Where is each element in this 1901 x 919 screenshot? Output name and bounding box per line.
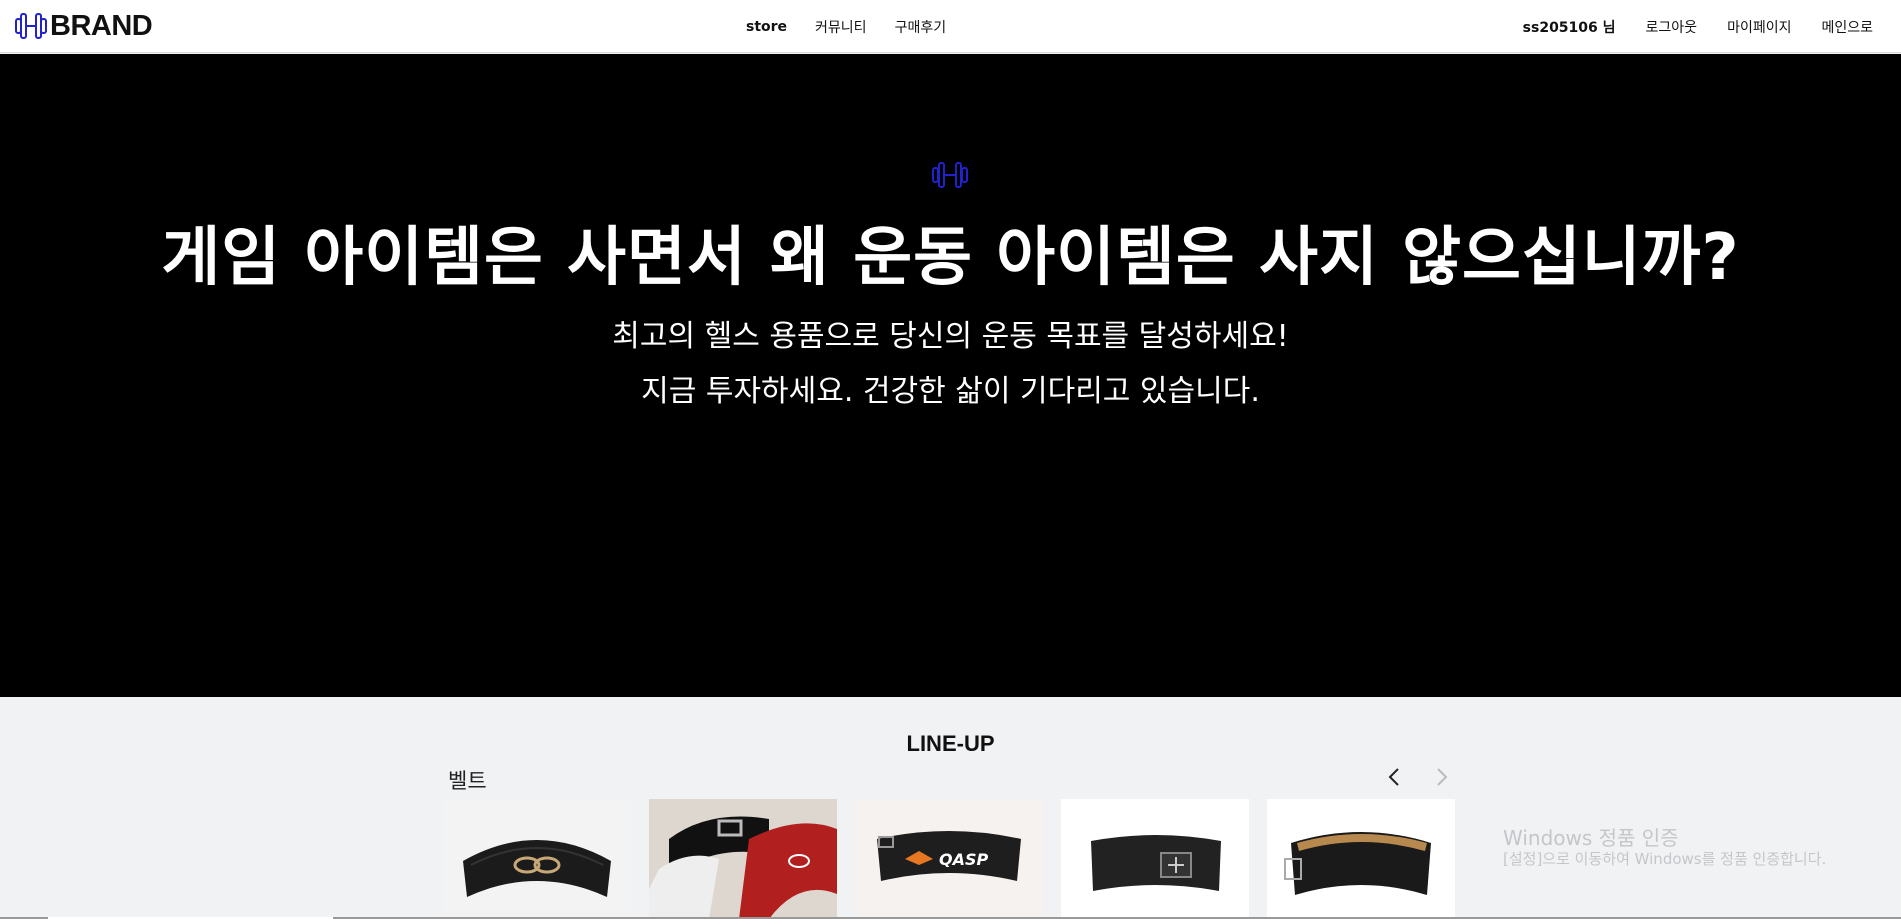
belt-image: QASP <box>855 799 1043 919</box>
belt-image <box>443 799 631 919</box>
top-navbar: BRAND store 커뮤니티 구매후기 ss205106 님 로그아웃 마이… <box>0 0 1901 53</box>
hero-subtitle-line2: 지금 투자하세요. 건강한 삶이 기다리고 있습니다. <box>641 374 1260 409</box>
product-carousel: QASP <box>443 799 1455 919</box>
category-label: 벨트 <box>448 769 487 793</box>
dumbbell-icon <box>15 13 47 39</box>
brand-logo[interactable]: BRAND <box>14 9 153 43</box>
svg-text:QASP: QASP <box>939 850 989 869</box>
chevron-left-icon[interactable] <box>1381 763 1409 791</box>
belt-image <box>1061 799 1249 919</box>
belt-image <box>1267 799 1455 919</box>
nav-reviews[interactable]: 구매후기 <box>895 17 947 37</box>
windows-activation-title: Windows 정품 인증 <box>1503 826 1679 850</box>
hero-subtitle-line1: 최고의 헬스 용품으로 당신의 운동 목표를 달성하세요! <box>612 319 1289 354</box>
product-card[interactable] <box>443 799 631 919</box>
dumbbell-icon <box>932 162 968 188</box>
belt-image <box>649 799 837 919</box>
nav-store[interactable]: store <box>746 19 787 35</box>
nav-community[interactable]: 커뮤니티 <box>815 17 867 37</box>
user-greeting: ss205106 님 <box>1522 19 1616 36</box>
main-link[interactable]: 메인으로 <box>1821 17 1873 37</box>
user-menu: ss205106 님 로그아웃 마이페이지 메인으로 <box>1523 0 1873 53</box>
logo-text: BRAND <box>50 9 153 42</box>
main-menu: store 커뮤니티 구매후기 <box>746 0 946 53</box>
hero-title: 게임 아이템은 사면서 왜 운동 아이템은 사지 않으십니까? <box>161 221 1740 295</box>
product-card[interactable] <box>1061 799 1249 919</box>
hero-banner: 게임 아이템은 사면서 왜 운동 아이템은 사지 않으십니까? 최고의 헬스 용… <box>0 54 1901 697</box>
lineup-title: LINE-UP <box>906 731 995 756</box>
product-card[interactable] <box>649 799 837 919</box>
mypage-link[interactable]: 마이페이지 <box>1727 17 1791 37</box>
chevron-right-icon[interactable] <box>1427 763 1455 791</box>
product-card[interactable] <box>1267 799 1455 919</box>
windows-activation-text: [설정]으로 이동하여 Windows를 정품 인증합니다. <box>1503 850 1827 868</box>
product-card[interactable]: QASP <box>855 799 1043 919</box>
logout-link[interactable]: 로그아웃 <box>1646 17 1698 37</box>
